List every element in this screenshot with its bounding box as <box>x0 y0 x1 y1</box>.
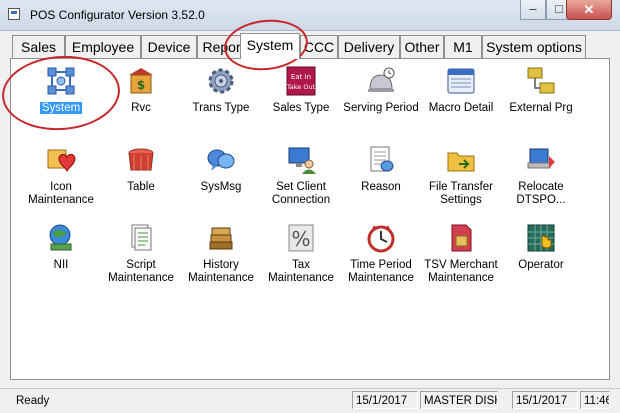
item-icon-maintenance[interactable]: Icon Maintenance <box>21 142 101 212</box>
macro-detail-icon <box>447 68 475 94</box>
item-label: Relocate DTSPO... <box>516 181 566 206</box>
item-label: Set Client Connection <box>271 181 331 206</box>
nii-icon <box>49 224 72 251</box>
status-bar: Ready 15/1/2017 MASTER DISK 15/1/2017 11… <box>0 388 620 413</box>
status-text: Ready <box>16 395 50 407</box>
serving-period-icon <box>368 67 395 92</box>
window-title: POS Configurator Version 3.52.0 <box>30 8 205 22</box>
item-tax-maintenance[interactable]: % Tax Maintenance <box>261 220 341 290</box>
item-table[interactable]: Table <box>101 142 181 212</box>
time-period-icon <box>367 225 395 253</box>
external-prg-icon <box>527 67 555 94</box>
item-time-period-maintenance[interactable]: Time Period Maintenance <box>341 220 421 290</box>
trans-type-icon <box>208 68 234 94</box>
icon-maintenance-icon <box>47 149 76 173</box>
item-label: Script Maintenance <box>108 259 174 284</box>
table-icon <box>128 148 154 171</box>
tab-sales[interactable]: Sales <box>12 35 65 58</box>
tab-system-options[interactable]: System options <box>482 35 586 58</box>
item-serving-period[interactable]: Serving Period <box>341 63 421 133</box>
item-sales-type[interactable]: Eat In Take Out Sales Type <box>261 63 341 133</box>
item-system[interactable]: System <box>21 63 101 133</box>
item-label: Time Period Maintenance <box>348 259 414 284</box>
tax-maintenance-icon: % <box>288 224 314 252</box>
system-icon <box>47 67 75 95</box>
item-label: Icon Maintenance <box>28 181 94 206</box>
set-client-connection-icon <box>288 147 316 174</box>
item-label: Table <box>127 181 155 193</box>
title-bar: POS Configurator Version 3.52.0 – □ ✕ <box>0 0 620 31</box>
item-relocate[interactable]: Relocate DTSPO... <box>501 142 581 212</box>
close-button[interactable]: ✕ <box>566 0 612 20</box>
item-label: Macro Detail <box>428 102 494 114</box>
svg-text:Eat In: Eat In <box>291 73 311 81</box>
item-set-client-connection[interactable]: Set Client Connection <box>261 142 341 212</box>
tsv-merchant-icon <box>451 224 472 252</box>
item-label: TSV Merchant Maintenance <box>424 259 498 284</box>
svg-text:$: $ <box>137 78 145 92</box>
svg-text:%: % <box>291 227 310 251</box>
reason-icon <box>370 146 394 172</box>
script-maintenance-icon <box>131 224 152 251</box>
content-panel: System $ Rvc Trans Type Eat In Take Out … <box>10 59 610 380</box>
tab-m1[interactable]: M1 <box>444 35 482 58</box>
item-label: Tax Maintenance <box>268 259 334 284</box>
item-trans-type[interactable]: Trans Type <box>181 63 261 133</box>
tab-ccc[interactable]: CCC <box>300 35 338 58</box>
item-label: NII <box>53 259 69 271</box>
item-label: Serving Period <box>343 102 419 114</box>
item-label: Reason <box>361 181 401 193</box>
item-sysmsg[interactable]: SysMsg <box>181 142 261 212</box>
item-label: Sales Type <box>272 102 330 114</box>
sysmsg-icon <box>207 149 235 171</box>
item-nii[interactable]: NII <box>21 220 101 290</box>
status-disk: MASTER DISK <box>420 391 498 409</box>
tab-strip: Sales Employee Device Report System CCC … <box>10 33 610 59</box>
item-macro-detail[interactable]: Macro Detail <box>421 63 501 133</box>
tab-device[interactable]: Device <box>141 35 197 58</box>
item-label: System <box>39 102 83 114</box>
tab-system[interactable]: System <box>240 33 300 59</box>
item-reason[interactable]: Reason <box>341 142 421 212</box>
relocate-icon <box>527 148 555 169</box>
status-date: 15/1/2017 <box>352 391 418 409</box>
item-history-maintenance[interactable]: History Maintenance <box>181 220 261 290</box>
status-date-2: 15/1/2017 <box>512 391 578 409</box>
rvc-icon: $ <box>129 68 153 94</box>
item-operator[interactable]: Operator <box>501 220 581 290</box>
item-tsv-merchant-maintenance[interactable]: TSV Merchant Maintenance <box>421 220 501 290</box>
tab-employee[interactable]: Employee <box>65 35 141 58</box>
status-time: 11:46 <box>580 391 610 409</box>
item-label: External Prg <box>509 102 573 114</box>
history-maintenance-icon <box>209 227 233 250</box>
item-label: SysMsg <box>200 181 242 193</box>
app-icon <box>8 8 20 20</box>
item-label: Rvc <box>131 102 151 114</box>
operator-icon <box>527 224 555 252</box>
sales-type-icon: Eat In Take Out <box>286 66 316 96</box>
svg-text:Take Out: Take Out <box>286 83 316 91</box>
item-script-maintenance[interactable]: Script Maintenance <box>101 220 181 290</box>
item-rvc[interactable]: $ Rvc <box>101 63 181 133</box>
file-transfer-icon <box>447 152 475 172</box>
item-file-transfer-settings[interactable]: File Transfer Settings <box>421 142 501 212</box>
item-label: File Transfer Settings <box>429 181 493 206</box>
tab-other[interactable]: Other <box>400 35 444 58</box>
item-label: Trans Type <box>192 102 250 114</box>
item-label: Operator <box>518 259 564 271</box>
minimize-button[interactable]: – <box>520 0 546 20</box>
item-external-prg[interactable]: External Prg <box>501 63 581 133</box>
item-label: History Maintenance <box>188 259 254 284</box>
tab-delivery[interactable]: Delivery <box>338 35 400 58</box>
